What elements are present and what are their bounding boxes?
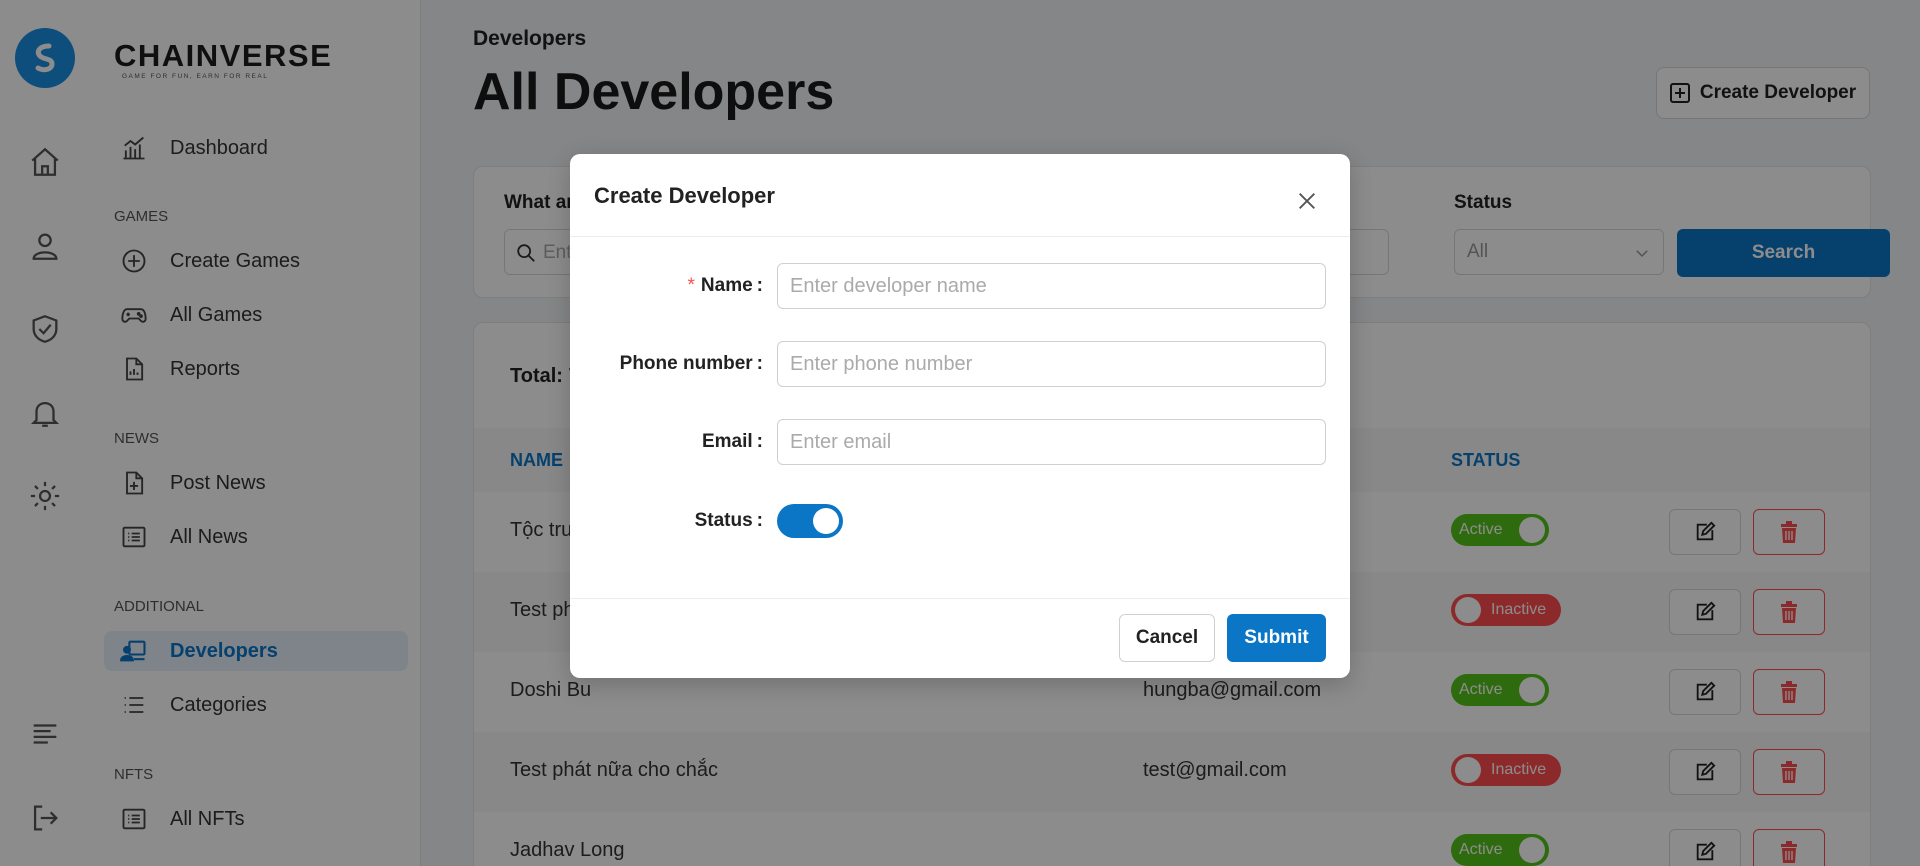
status-label-text: Status xyxy=(694,510,753,531)
label-colon: : xyxy=(756,275,763,296)
label-colon: : xyxy=(756,431,763,452)
email-label-text: Email xyxy=(701,431,753,452)
cancel-button[interactable]: Cancel xyxy=(1119,614,1215,662)
phone-label-text: Phone number xyxy=(619,353,753,374)
submit-button[interactable]: Submit xyxy=(1227,614,1326,662)
create-developer-modal: Create Developer *Name: Phone number: Em… xyxy=(570,154,1350,678)
required-mark: * xyxy=(687,275,695,296)
label-colon: : xyxy=(756,510,763,531)
close-icon xyxy=(1299,193,1315,209)
phone-number-input[interactable] xyxy=(777,341,1326,387)
toggle-knob xyxy=(813,508,839,534)
status-switch[interactable] xyxy=(777,504,843,538)
status-label: Status: xyxy=(695,510,763,532)
name-label-text: Name xyxy=(700,275,753,296)
divider xyxy=(570,236,1350,237)
close-button[interactable] xyxy=(1292,186,1322,216)
divider xyxy=(570,598,1350,599)
modal-title: Create Developer xyxy=(594,183,775,208)
label-colon: : xyxy=(756,353,763,374)
phone-label: Phone number: xyxy=(620,353,763,375)
email-input[interactable] xyxy=(777,419,1326,465)
name-label: * Name: xyxy=(688,275,763,297)
email-label: Email: xyxy=(702,431,763,453)
developer-name-input[interactable] xyxy=(777,263,1326,309)
